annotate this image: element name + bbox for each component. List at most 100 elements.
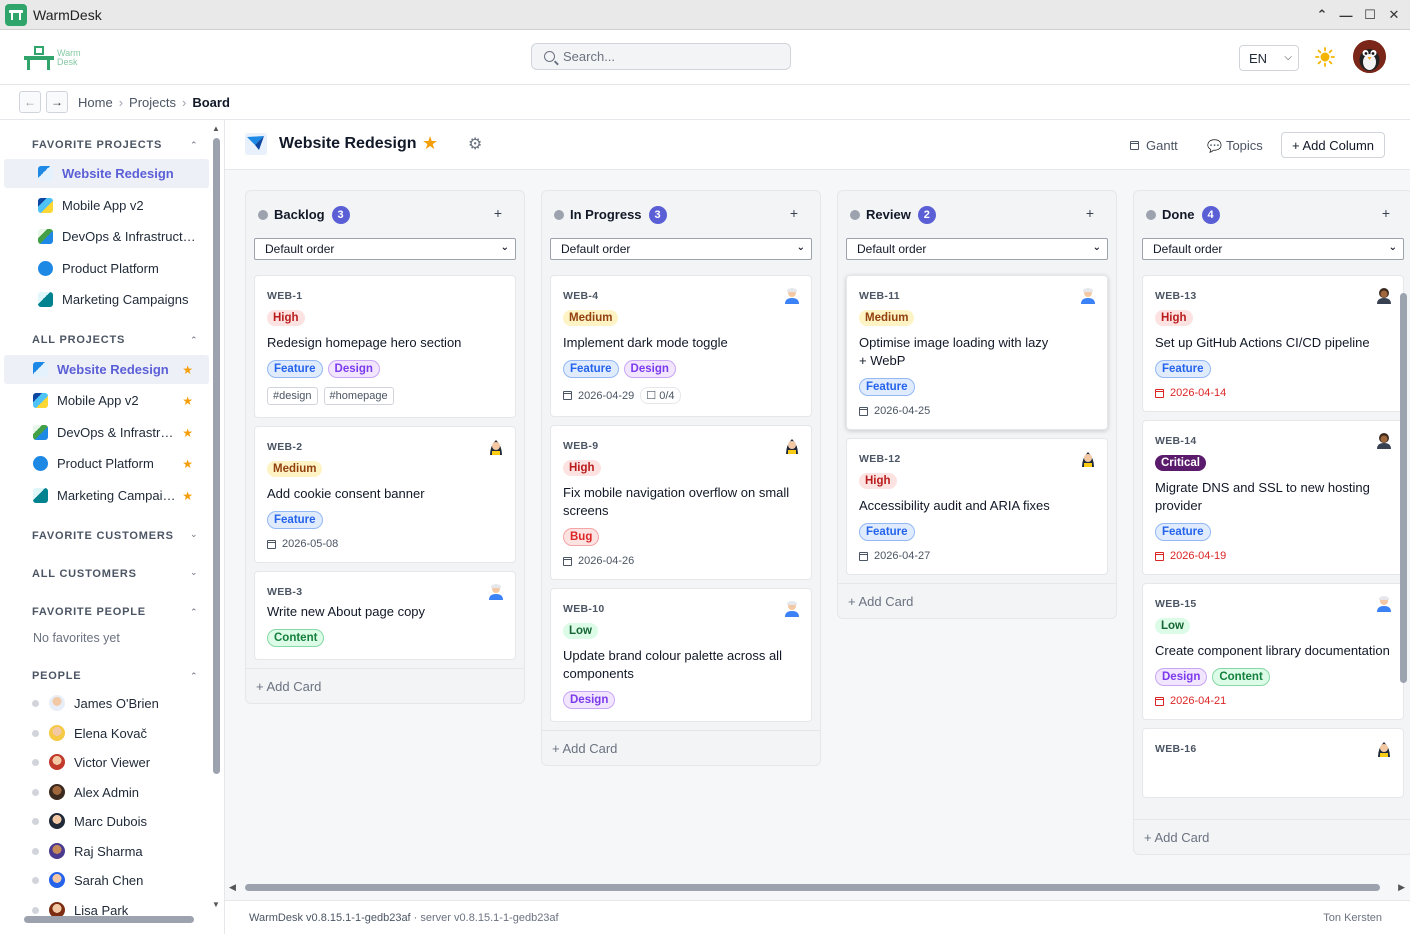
breadcrumb-home[interactable]: Home <box>78 95 113 110</box>
add-card-plus-icon[interactable]: + <box>494 205 502 221</box>
sidebar-fav-project-marketing[interactable]: Marketing Campaigns <box>4 285 209 314</box>
avatar <box>49 843 65 859</box>
add-card-button[interactable]: + Add Card <box>246 668 524 703</box>
window-close-button[interactable]: ✕ <box>1384 5 1404 25</box>
star-icon[interactable]: ★ <box>182 457 193 471</box>
person-item[interactable]: Marc Dubois <box>32 810 147 832</box>
tag-bug[interactable]: Bug <box>563 528 600 546</box>
all-projects-heading[interactable]: ALL PROJECTS <box>32 334 125 346</box>
user-avatar[interactable] <box>1353 40 1386 73</box>
person-item[interactable]: Raj Sharma <box>32 840 143 862</box>
card[interactable]: WEB-10 Low Update brand colour palette a… <box>550 588 812 722</box>
tag-content[interactable]: Content <box>267 629 325 647</box>
back-button[interactable]: ← <box>19 91 41 113</box>
star-icon[interactable]: ★ <box>182 394 193 408</box>
sidebar-project-mobile-app[interactable]: Mobile App v2 ★ <box>4 386 209 415</box>
tag-design[interactable]: Design <box>623 360 676 378</box>
sort-select[interactable]: Default order ⌄ <box>846 238 1108 260</box>
tag-feature[interactable]: Feature <box>563 360 619 378</box>
column-status-dot <box>1146 209 1156 220</box>
tag-feature[interactable]: Feature <box>267 511 323 529</box>
all-customers-heading[interactable]: ALL CUSTOMERS <box>32 568 137 580</box>
sidebar-fav-project-mobile-app[interactable]: Mobile App v2 <box>4 191 209 220</box>
sidebar-fav-project-product-platform[interactable]: Product Platform <box>4 254 209 283</box>
sidebar-fav-project-devops[interactable]: DevOps & Infrastruct… <box>4 222 209 251</box>
tag-feature[interactable]: Feature <box>267 360 323 378</box>
forward-button[interactable]: → <box>46 91 68 113</box>
chevron-down-icon[interactable]: ⌄ <box>190 567 198 578</box>
warmdesk-logo[interactable]: Warm Desk <box>24 46 81 70</box>
chevron-up-icon[interactable]: ⌃ <box>190 140 198 151</box>
people-heading[interactable]: PEOPLE <box>32 670 81 682</box>
sidebar-project-marketing[interactable]: Marketing Campai… ★ <box>4 481 209 510</box>
add-card-plus-icon[interactable]: + <box>1086 205 1094 221</box>
search-bar[interactable] <box>531 43 791 70</box>
sidebar-project-product-platform[interactable]: Product Platform ★ <box>4 449 209 478</box>
person-item[interactable]: Elena Kovač <box>32 722 147 744</box>
add-card-button[interactable]: + Add Card <box>838 583 1116 618</box>
sidebar-vertical-scrollbar[interactable]: ▲ ▼ <box>212 124 222 912</box>
card[interactable]: WEB-13 High Set up GitHub Actions CI/CD … <box>1142 275 1404 412</box>
sidebar-fav-project-website-redesign[interactable]: Website Redesign <box>4 159 209 188</box>
hashtag[interactable]: #design <box>267 387 318 405</box>
card[interactable]: WEB-4 Medium Implement dark mode toggle … <box>550 275 812 417</box>
favorite-star-icon[interactable]: ★ <box>422 133 438 154</box>
favorite-customers-heading[interactable]: FAVORITE CUSTOMERS <box>32 530 174 542</box>
hashtag[interactable]: #homepage <box>323 387 394 405</box>
tag-content[interactable]: Content <box>1212 668 1270 686</box>
person-item[interactable]: Alex Admin <box>32 781 139 803</box>
chevron-down-icon[interactable]: ⌄ <box>190 529 198 540</box>
chevron-up-icon[interactable]: ⌃ <box>190 335 198 346</box>
person-item[interactable]: James O'Brien <box>32 692 159 714</box>
chevron-up-icon[interactable]: ⌃ <box>190 671 198 682</box>
sort-select[interactable]: Default order ⌄ <box>550 238 812 260</box>
window-up-icon[interactable]: ⌃ <box>1312 5 1332 25</box>
sidebar-project-devops[interactable]: DevOps & Infrastru… ★ <box>4 418 209 447</box>
sort-select[interactable]: Default order ⌄ <box>254 238 516 260</box>
tag-feature[interactable]: Feature <box>1155 523 1211 541</box>
card[interactable]: WEB-12 High Accessibility audit and ARIA… <box>846 438 1108 575</box>
tag-design[interactable]: Design <box>327 360 380 378</box>
person-item[interactable]: Victor Viewer <box>32 751 150 773</box>
star-icon[interactable]: ★ <box>182 363 193 377</box>
gantt-button[interactable]: Gantt <box>1130 133 1178 158</box>
tag-feature[interactable]: Feature <box>1155 360 1211 378</box>
card[interactable]: WEB-1 High Redesign homepage hero sectio… <box>254 275 516 418</box>
breadcrumb-projects[interactable]: Projects <box>129 95 176 110</box>
board-vertical-scrollbar[interactable] <box>1399 277 1409 877</box>
sidebar-horizontal-scrollbar[interactable] <box>6 914 206 926</box>
tag-design[interactable]: Design <box>563 691 616 709</box>
chevron-up-icon[interactable]: ⌃ <box>190 607 198 618</box>
tag-design[interactable]: Design <box>1155 668 1208 686</box>
tag-feature[interactable]: Feature <box>859 378 915 396</box>
sort-select[interactable]: Default order ⌄ <box>1142 238 1404 260</box>
card[interactable]: WEB-2 Medium Add cookie consent banner F… <box>254 426 516 563</box>
card[interactable]: WEB-14 Critical Migrate DNS and SSL to n… <box>1142 420 1404 575</box>
card-id: WEB-10 <box>563 603 605 615</box>
favorite-projects-heading[interactable]: FAVORITE PROJECTS <box>32 139 162 151</box>
topics-button[interactable]: 💬 Topics <box>1207 133 1263 158</box>
sun-icon[interactable] <box>1315 47 1335 67</box>
sidebar-project-website-redesign[interactable]: Website Redesign ★ <box>4 355 209 384</box>
add-card-button[interactable]: + Add Card <box>1134 819 1410 854</box>
person-item[interactable]: Sarah Chen <box>32 869 143 891</box>
search-input[interactable] <box>563 49 763 64</box>
card[interactable]: WEB-15 Low Create component library docu… <box>1142 583 1404 720</box>
add-card-plus-icon[interactable]: + <box>790 205 798 221</box>
language-select[interactable]: EN ⌵ <box>1239 45 1299 71</box>
card[interactable]: WEB-16 <box>1142 728 1404 798</box>
favorite-people-heading[interactable]: FAVORITE PEOPLE <box>32 606 146 618</box>
star-icon[interactable]: ★ <box>182 426 193 440</box>
gear-icon[interactable]: ⚙ <box>468 134 482 154</box>
board-horizontal-scrollbar[interactable]: ◀ ▶ <box>229 882 1405 894</box>
star-icon[interactable]: ★ <box>182 489 193 503</box>
card[interactable]: WEB-3 Write new About page copy Content <box>254 571 516 660</box>
add-column-button[interactable]: + Add Column <box>1281 132 1386 158</box>
add-card-plus-icon[interactable]: + <box>1382 205 1390 221</box>
card[interactable]: WEB-9 High Fix mobile navigation overflo… <box>550 425 812 580</box>
add-card-button[interactable]: + Add Card <box>542 730 820 765</box>
window-minimize-button[interactable]: — <box>1336 5 1356 25</box>
window-maximize-button[interactable]: ☐ <box>1360 5 1380 25</box>
tag-feature[interactable]: Feature <box>859 523 915 541</box>
card[interactable]: WEB-11 Medium Optimise image loading wit… <box>846 275 1108 430</box>
